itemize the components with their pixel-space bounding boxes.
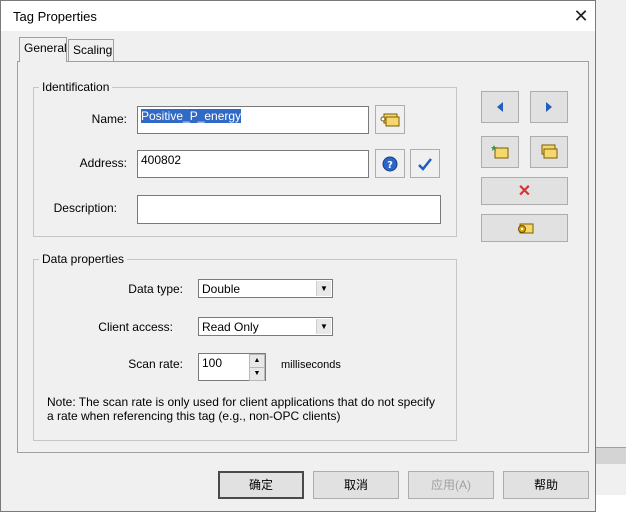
title-bar: Tag Properties ✕ xyxy=(1,1,595,31)
svg-text:?: ? xyxy=(387,160,393,171)
validate-address-button[interactable] xyxy=(410,149,440,178)
tag-settings-button[interactable] xyxy=(481,214,568,242)
spin-up-icon[interactable]: ▲ xyxy=(249,354,265,368)
tag-browse-icon xyxy=(380,113,400,126)
cancel-button[interactable]: 取消 xyxy=(313,471,399,499)
chevron-down-icon: ▼ xyxy=(316,319,331,334)
next-tag-button[interactable] xyxy=(530,91,568,123)
address-label: Address: xyxy=(79,156,127,170)
client-access-select[interactable]: Read Only ▼ xyxy=(198,317,333,336)
name-input[interactable]: Positive_P_energy xyxy=(137,106,369,134)
new-tag-button[interactable] xyxy=(481,136,519,168)
duplicate-tag-icon xyxy=(541,144,558,159)
delete-tag-button[interactable]: ✕ xyxy=(481,177,568,205)
identification-group-label: Identification xyxy=(39,80,113,94)
chevron-down-icon: ▼ xyxy=(316,281,331,296)
scan-rate-value: 100 xyxy=(202,356,223,370)
tab-general[interactable]: General xyxy=(19,37,67,62)
name-value: Positive_P_energy xyxy=(141,109,242,123)
help-button[interactable]: 帮助 xyxy=(503,471,589,499)
scan-rate-label: Scan rate: xyxy=(128,357,183,371)
apply-button[interactable]: 应用(A) xyxy=(408,471,494,499)
duplicate-tag-button[interactable] xyxy=(530,136,568,168)
previous-tag-button[interactable] xyxy=(481,91,519,123)
ok-button[interactable]: 确定 xyxy=(218,471,304,499)
data-type-value: Double xyxy=(202,282,241,296)
client-access-label: Client access: xyxy=(98,320,173,334)
address-help-button[interactable]: ? xyxy=(375,149,405,178)
arrow-right-icon xyxy=(546,102,552,112)
data-properties-group-label: Data properties xyxy=(39,252,128,266)
address-input[interactable]: 400802 xyxy=(137,150,369,178)
arrow-left-icon xyxy=(497,102,503,112)
tab-scaling[interactable]: Scaling xyxy=(68,39,114,61)
name-label: Name: xyxy=(91,112,127,126)
new-tag-icon xyxy=(491,145,509,159)
scan-rate-unit: milliseconds xyxy=(281,359,341,371)
help-icon: ? xyxy=(382,156,398,171)
spin-down-icon[interactable]: ▼ xyxy=(249,367,265,381)
data-type-select[interactable]: Double ▼ xyxy=(198,279,333,298)
window-title: Tag Properties xyxy=(13,9,97,24)
delete-icon: ✕ xyxy=(517,183,532,200)
tag-settings-icon xyxy=(517,223,533,234)
tag-properties-dialog: Tag Properties ✕ General Scaling Identif… xyxy=(0,0,596,512)
description-input[interactable] xyxy=(137,195,441,224)
close-icon[interactable]: ✕ xyxy=(569,5,593,27)
checkmark-icon xyxy=(418,157,432,171)
scan-rate-note: Note: The scan rate is only used for cli… xyxy=(47,395,435,423)
description-label: Description: xyxy=(53,201,117,215)
browse-name-button[interactable] xyxy=(375,105,405,134)
data-type-label: Data type: xyxy=(128,282,183,296)
scan-rate-stepper[interactable]: 100 ▲ ▼ xyxy=(198,353,266,381)
client-access-value: Read Only xyxy=(202,320,259,334)
